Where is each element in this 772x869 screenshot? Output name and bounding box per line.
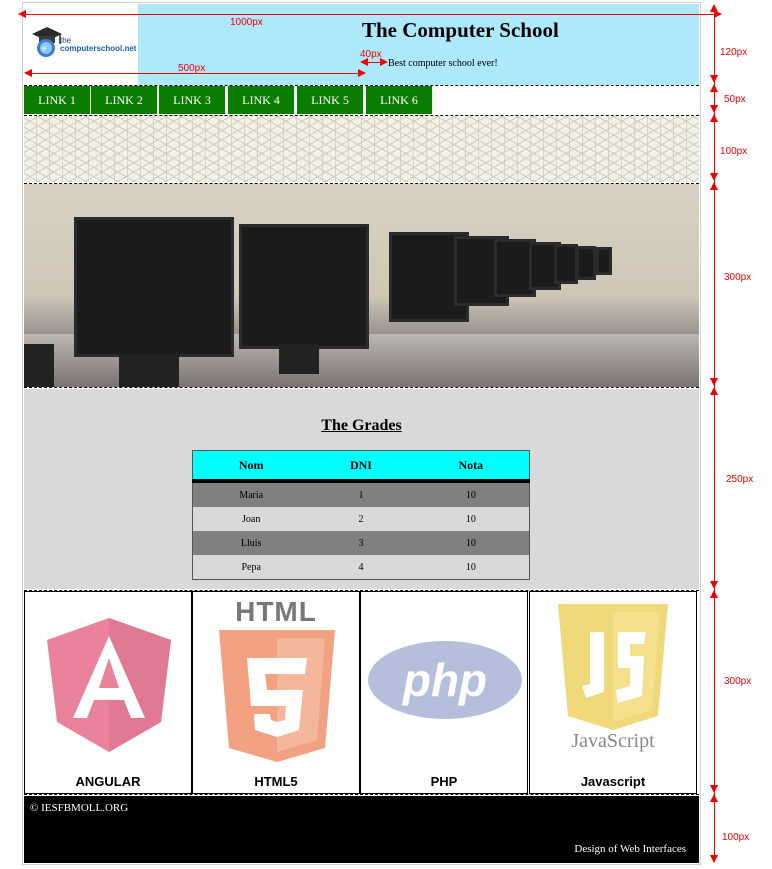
footer-copyright: © IESFBMOLL.ORG [30, 802, 129, 814]
annotation-height-logos: 300px [724, 676, 752, 687]
main-nav: LINK 1 LINK 2 LINK 3 LINK 4 LINK 5 LINK … [24, 86, 699, 114]
cell-nom: Pepa [192, 555, 310, 580]
divider [24, 387, 699, 388]
cell-dni: 1 [309, 481, 413, 507]
php-logo-text: php [401, 654, 487, 706]
column-header-dni: DNI [309, 450, 413, 483]
annotation-height-footer: 100px [722, 832, 750, 843]
cell-dni: 4 [309, 555, 413, 580]
cell-nom: Maria [192, 481, 310, 507]
annotation-width-total: 1000px [230, 17, 263, 28]
divider [24, 794, 699, 795]
table-row: Lluis 3 10 [192, 531, 530, 555]
annotation-height-pattern: 100px [720, 146, 748, 157]
grades-title: The Grades [321, 417, 402, 434]
site-logo[interactable]: e the computerschool.net [30, 24, 140, 60]
html5-logo-icon [219, 630, 335, 762]
html5-heading: HTML [235, 596, 317, 627]
cell-nom: Lluis [192, 531, 310, 555]
cell-nota: 10 [412, 481, 530, 507]
table-row: Maria 1 10 [192, 481, 530, 507]
nav-link-3[interactable]: LINK 3 [159, 86, 226, 114]
page: e the computerschool.net The Computer Sc… [24, 4, 699, 863]
angular-logo-icon [47, 618, 171, 752]
grades-table: Nom DNI Nota Maria 1 10 Joan 2 10 Lluis [192, 450, 530, 580]
graduation-cap-icon: e [32, 27, 62, 57]
table-header-row: Nom DNI Nota [192, 450, 530, 483]
decorative-pattern-banner [24, 116, 699, 182]
tech-label: ANGULAR [75, 774, 141, 789]
annotation-height-header: 120px [720, 47, 748, 58]
table-row: Joan 2 10 [192, 507, 530, 531]
table-row: Pepa 4 10 [192, 555, 530, 580]
tech-card-html5: HTML HTML5 [192, 591, 360, 794]
javascript-logo-icon [558, 604, 668, 730]
annotation-width-gap: 40px [360, 49, 382, 60]
cell-nota: 10 [412, 555, 530, 580]
cell-nom: Joan [192, 507, 310, 531]
cell-dni: 2 [309, 507, 413, 531]
grades-section: The Grades Nom DNI Nota Maria 1 10 Joan … [24, 389, 699, 589]
logo-text-domain: computerschool.net [60, 44, 137, 53]
javascript-wordmark: JavaScript [571, 730, 655, 752]
column-header-nom: Nom [192, 450, 310, 483]
tagline: Best computer school ever! [388, 58, 498, 69]
nav-link-2[interactable]: LINK 2 [91, 86, 158, 114]
annotation-height-grades: 250px [726, 474, 754, 485]
column-header-nota: Nota [412, 450, 530, 483]
footer-credit: Design of Web Interfaces [574, 843, 686, 855]
technologies-row: ANGULAR HTML HTML5 php PHP JavaScript Ja… [24, 591, 699, 794]
annotation-height-hero: 300px [724, 272, 752, 283]
annotation-width-logo: 500px [178, 63, 206, 74]
hero-photo-computer-lab [24, 184, 699, 387]
tech-label: PHP [430, 774, 458, 789]
nav-link-4[interactable]: LINK 4 [228, 86, 295, 114]
annotation-height-nav: 50px [724, 94, 746, 105]
tech-label: HTML5 [254, 774, 298, 789]
cell-nota: 10 [412, 507, 530, 531]
nav-link-1[interactable]: LINK 1 [24, 86, 91, 114]
tech-card-javascript: JavaScript Javascript [529, 591, 697, 794]
php-logo-icon: php [368, 641, 522, 719]
svg-text:e: e [42, 44, 47, 53]
site-footer: © IESFBMOLL.ORG Design of Web Interfaces [24, 796, 699, 863]
cell-nota: 10 [412, 531, 530, 555]
tech-card-php: php PHP [360, 591, 528, 794]
tech-label: Javascript [580, 774, 646, 789]
nav-link-6[interactable]: LINK 6 [366, 86, 433, 114]
tech-card-angular: ANGULAR [24, 591, 192, 794]
cell-dni: 3 [309, 531, 413, 555]
page-title: The Computer School [362, 18, 559, 42]
nav-link-5[interactable]: LINK 5 [297, 86, 364, 114]
